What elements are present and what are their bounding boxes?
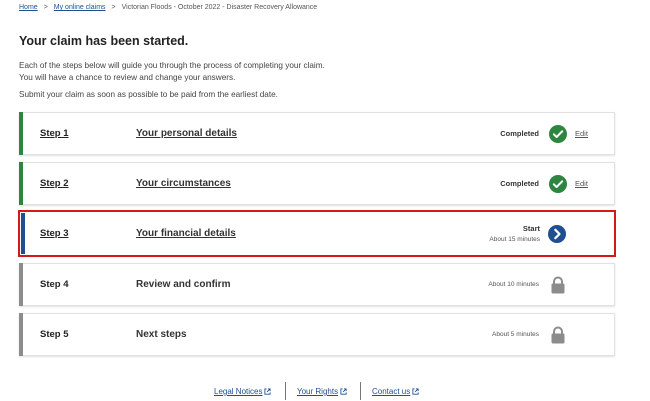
check-circle-icon xyxy=(549,174,567,193)
step-card-5: Step 5 Next steps About 5 minutes xyxy=(19,313,615,356)
step-card-2[interactable]: Step 2 Your circumstances Completed Edit xyxy=(19,162,615,205)
breadcrumb-separator: > xyxy=(111,4,116,11)
step-name: Review and confirm xyxy=(136,279,231,290)
step-card-1[interactable]: Step 1 Your personal details Completed E… xyxy=(19,112,615,155)
footer-divider xyxy=(285,382,286,400)
breadcrumb-my-claims-link[interactable]: My online claims xyxy=(54,4,106,11)
external-link-icon xyxy=(412,388,419,395)
step-time-estimate: About 10 minutes xyxy=(488,281,539,288)
step-status-bar xyxy=(19,162,23,205)
step-card-3[interactable]: Step 3 Your financial details Start Abou… xyxy=(18,210,616,257)
step-number[interactable]: Step 3 xyxy=(40,212,69,255)
intro-line-2: You will have a chance to review and cha… xyxy=(19,72,236,82)
footer-divider xyxy=(360,382,361,400)
step-number[interactable]: Step 2 xyxy=(40,163,69,204)
step-status-label: Completed xyxy=(500,129,539,138)
step-status-bar xyxy=(19,112,23,155)
contact-us-link[interactable]: Contact us xyxy=(372,387,419,396)
external-link-icon xyxy=(264,388,272,395)
breadcrumb-current: Victorian Floods - October 2022 - Disast… xyxy=(121,4,318,11)
lock-icon xyxy=(551,276,565,293)
step-status: Completed xyxy=(500,113,539,154)
breadcrumb: Home > My online claims > Victorian Floo… xyxy=(19,4,317,11)
step-status: Completed xyxy=(500,163,539,204)
edit-link[interactable]: Edit xyxy=(575,163,588,204)
lock-icon xyxy=(551,326,565,343)
step-name-link[interactable]: Your financial details xyxy=(136,212,236,255)
legal-notices-link[interactable]: Legal Notices xyxy=(214,387,272,396)
legal-notices-label: Legal Notices xyxy=(214,387,263,396)
intro-text: Each of the steps below will guide you t… xyxy=(19,60,325,101)
chevron-right-circle-icon[interactable] xyxy=(548,224,566,243)
your-rights-label: Your Rights xyxy=(297,387,339,396)
footer: Legal Notices Your Rights Contact us xyxy=(0,381,650,401)
step-status-label: Start xyxy=(522,224,540,233)
intro-line-3: Submit your claim as soon as possible to… xyxy=(19,90,278,99)
your-rights-link[interactable]: Your Rights xyxy=(297,387,347,396)
edit-link[interactable]: Edit xyxy=(575,113,588,154)
step-status-label: Completed xyxy=(500,179,539,188)
step-time-estimate: About 5 minutes xyxy=(492,331,539,338)
step-number[interactable]: Step 1 xyxy=(40,113,69,154)
step-card-4: Step 4 Review and confirm About 10 minut… xyxy=(19,263,615,306)
step-status: About 10 minutes xyxy=(488,264,539,305)
step-status: Start About 15 minutes xyxy=(489,212,540,255)
intro-line-1: Each of the steps below will guide you t… xyxy=(19,61,325,70)
step-number: Step 5 xyxy=(40,329,69,340)
contact-us-label: Contact us xyxy=(372,387,411,396)
check-circle-icon xyxy=(549,124,567,143)
breadcrumb-separator: > xyxy=(43,4,48,11)
step-status-bar xyxy=(19,313,23,356)
step-time-estimate: About 15 minutes xyxy=(489,236,540,243)
step-number: Step 4 xyxy=(40,279,69,290)
step-status: About 5 minutes xyxy=(492,314,539,355)
breadcrumb-home-link[interactable]: Home xyxy=(19,4,38,11)
step-name: Next steps xyxy=(136,329,187,340)
step-status-bar xyxy=(21,213,25,254)
page-title: Your claim has been started. xyxy=(19,34,189,48)
step-status-bar xyxy=(19,263,23,306)
step-name-link[interactable]: Your personal details xyxy=(136,113,237,154)
external-link-icon xyxy=(340,388,347,395)
step-name-link[interactable]: Your circumstances xyxy=(136,163,231,204)
